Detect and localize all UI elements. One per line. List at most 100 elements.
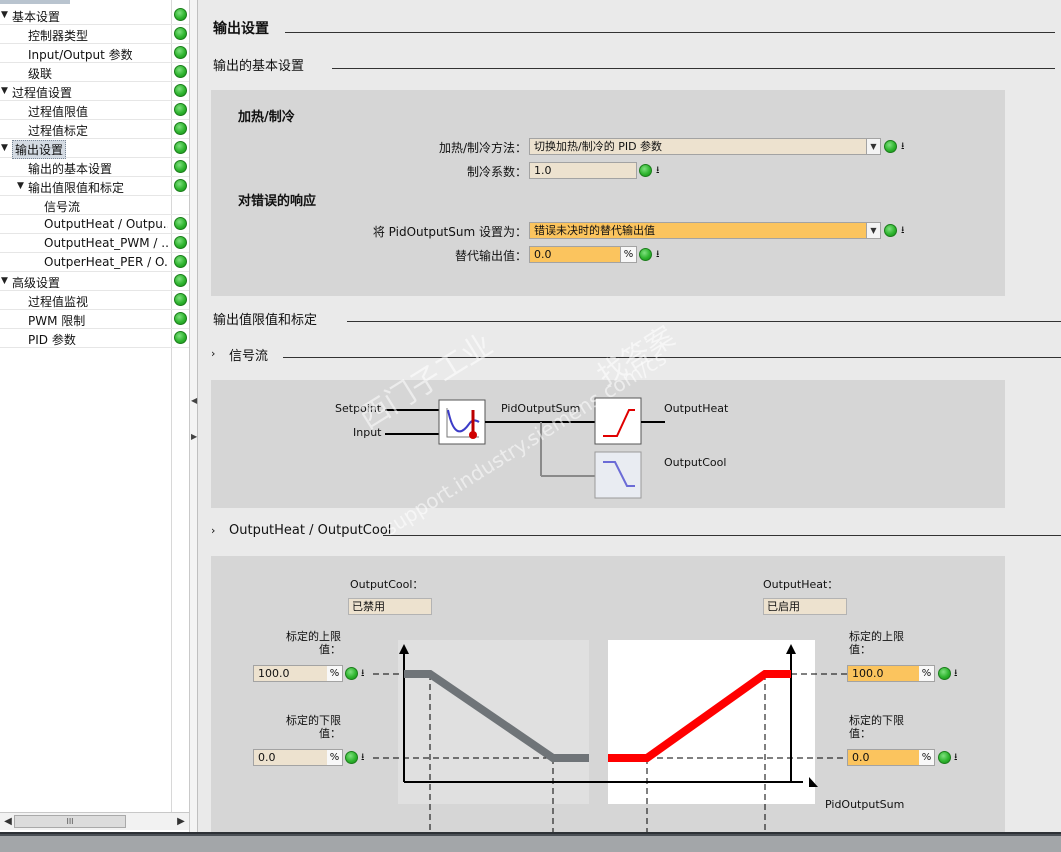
heat-scaling-line [608, 670, 791, 762]
status-ok-icon [174, 255, 187, 268]
method-download-icon[interactable]: ⭳ [901, 139, 905, 156]
cool-state-field: 已禁用 [348, 598, 432, 615]
expand-arrow-icon[interactable]: ▼ [17, 181, 24, 191]
tree-item[interactable]: PWM 限制 [0, 310, 189, 329]
tree-item[interactable]: 过程值监视 [0, 291, 189, 310]
heat-lower-status-icon [938, 751, 951, 764]
status-ok-icon [174, 274, 187, 287]
tree-item[interactable]: ▼ 输出设置 [0, 139, 189, 159]
tree-item[interactable]: Input/Output 参数 [0, 44, 189, 63]
cool-factor-download-icon[interactable]: ⭳ [656, 163, 660, 180]
heat-upper-status-icon [938, 667, 951, 680]
method-status-icon [884, 140, 897, 153]
cool-lower-label: 标定的下限值： [286, 714, 341, 740]
tree-item[interactable]: ▼ 输出值限值和标定 [0, 177, 189, 196]
tree-item-label: 过程值监视 [28, 295, 89, 309]
set-pidsum-dropdown[interactable]: 错误未决时的替代输出值 [529, 222, 867, 239]
tree-item[interactable]: 过程值限值 [0, 101, 189, 120]
tree-item[interactable]: 级联 [0, 63, 189, 82]
heat-scaling-block [594, 397, 642, 445]
heatcool-heading[interactable]: OutputHeat / OutputCool [229, 523, 391, 538]
tree-item[interactable]: ▼ 过程值设置 [0, 82, 189, 101]
heat-lower-unit: % [919, 749, 935, 766]
tree-item[interactable]: OutperHeat_PER / O... [0, 253, 189, 272]
method-dropdown-arrow-icon[interactable]: ▼ [866, 138, 881, 155]
set-pidsum-status-icon [884, 224, 897, 237]
tree-item[interactable]: ▼ 高级设置 [0, 272, 189, 291]
set-pidsum-arrow-icon[interactable]: ▼ [866, 222, 881, 239]
scrollbar-thumb[interactable]: III [14, 815, 126, 828]
status-ok-icon [174, 141, 187, 154]
status-ok-icon [174, 65, 187, 78]
tree-item-label: 输出的基本设置 [28, 162, 113, 176]
heatcool-chevron-icon[interactable]: › [211, 524, 215, 537]
error-response-title: 对错误的响应 [238, 194, 317, 209]
method-dropdown[interactable]: 切换加热/制冷的 PID 参数 [529, 138, 867, 155]
tree-item[interactable]: 信号流 [0, 196, 189, 215]
subst-input[interactable]: 0.0 [529, 246, 621, 263]
cool-lower-download-icon[interactable]: ⭳ [361, 750, 365, 767]
tree-item[interactable]: OutputHeat / Outpu... [0, 215, 189, 234]
status-ok-icon [174, 46, 187, 59]
cool-label: OutputCool： [350, 578, 424, 591]
cool-upper-unit: % [327, 665, 343, 682]
expand-arrow-icon[interactable]: ▼ [1, 10, 8, 20]
tree-item[interactable]: 输出的基本设置 [0, 158, 189, 177]
cool-lower-input[interactable]: 0.0 [253, 749, 329, 766]
status-bar [0, 832, 1061, 852]
signal-flow-chevron-icon[interactable]: › [211, 347, 215, 360]
signal-flow-heading[interactable]: 信号流 [229, 345, 268, 364]
tree-item[interactable]: OutputHeat_PWM / ... [0, 234, 189, 253]
heat-label: OutputHeat： [763, 578, 839, 591]
signal-flow-rule [283, 357, 1061, 358]
status-ok-icon [174, 27, 187, 40]
signal-pidsum-label: PidOutputSum [501, 402, 581, 415]
tree-item[interactable]: ▼ 基本设置 [0, 6, 189, 25]
status-ok-icon [174, 179, 187, 192]
heat-cool-title: 加热/制冷 [238, 110, 295, 125]
tree-item-label: 信号流 [44, 200, 81, 214]
tree-horizontal-scrollbar[interactable]: ◀ III ▶ [0, 812, 189, 830]
scroll-left-icon[interactable]: ◀ [1, 814, 15, 829]
expand-arrow-icon[interactable]: ▼ [1, 276, 8, 286]
set-pidsum-download-icon[interactable]: ⭳ [901, 223, 905, 240]
panel-splitter[interactable]: ◀ ▶ [190, 0, 198, 832]
status-ok-icon [174, 103, 187, 116]
section-basic-heading: 输出的基本设置 [213, 59, 305, 74]
heat-state-field: 已启用 [763, 598, 847, 615]
tree-item[interactable]: PID 参数 [0, 329, 189, 348]
heat-upper-input[interactable]: 100.0 [847, 665, 921, 682]
signal-flow-diagram: Setpoint Input PidOutputSum OutputHeat O… [211, 380, 1005, 508]
tree-item-label: 过程值限值 [28, 105, 89, 119]
subst-download-icon[interactable]: ⭳ [656, 247, 660, 264]
heat-lower-input[interactable]: 0.0 [847, 749, 921, 766]
cool-lower-status-icon [345, 751, 358, 764]
status-ok-icon [174, 236, 187, 249]
cool-factor-status-icon [639, 164, 652, 177]
expand-right-icon[interactable]: ▶ [191, 432, 197, 441]
tree-item-label: Input/Output 参数 [28, 48, 133, 62]
expand-arrow-icon[interactable]: ▼ [1, 86, 8, 96]
pidsum-axis-label: PidOutputSum [825, 798, 905, 811]
status-ok-icon [174, 160, 187, 173]
settings-panel: 输出设置 输出的基本设置 加热/制冷 加热/制冷方法： 切换加热/制冷的 PID… [199, 0, 1061, 832]
heat-upper-download-icon[interactable]: ⭳ [954, 666, 958, 683]
cool-upper-download-icon[interactable]: ⭳ [361, 666, 365, 683]
status-ok-icon [174, 217, 187, 230]
collapse-left-icon[interactable]: ◀ [191, 396, 197, 405]
tree-item[interactable]: 过程值标定 [0, 120, 189, 139]
scroll-right-icon[interactable]: ▶ [174, 814, 188, 829]
signal-flow-svg [385, 397, 665, 499]
status-ok-icon [174, 312, 187, 325]
page-title: 输出设置 [213, 18, 269, 38]
cool-upper-input[interactable]: 100.0 [253, 665, 329, 682]
expand-arrow-icon[interactable]: ▼ [1, 143, 8, 153]
tree-item-label: OutperHeat_PER / O... [44, 255, 168, 269]
tree-header-strip [0, 0, 70, 4]
tree-item[interactable]: 控制器类型 [0, 25, 189, 44]
heat-lower-download-icon[interactable]: ⭳ [954, 750, 958, 767]
cool-factor-input[interactable]: 1.0 [529, 162, 637, 179]
heat-upper-label: 标定的上限值： [849, 630, 904, 656]
thermometer-icon [469, 431, 477, 439]
heatcool-rule [383, 535, 1061, 536]
